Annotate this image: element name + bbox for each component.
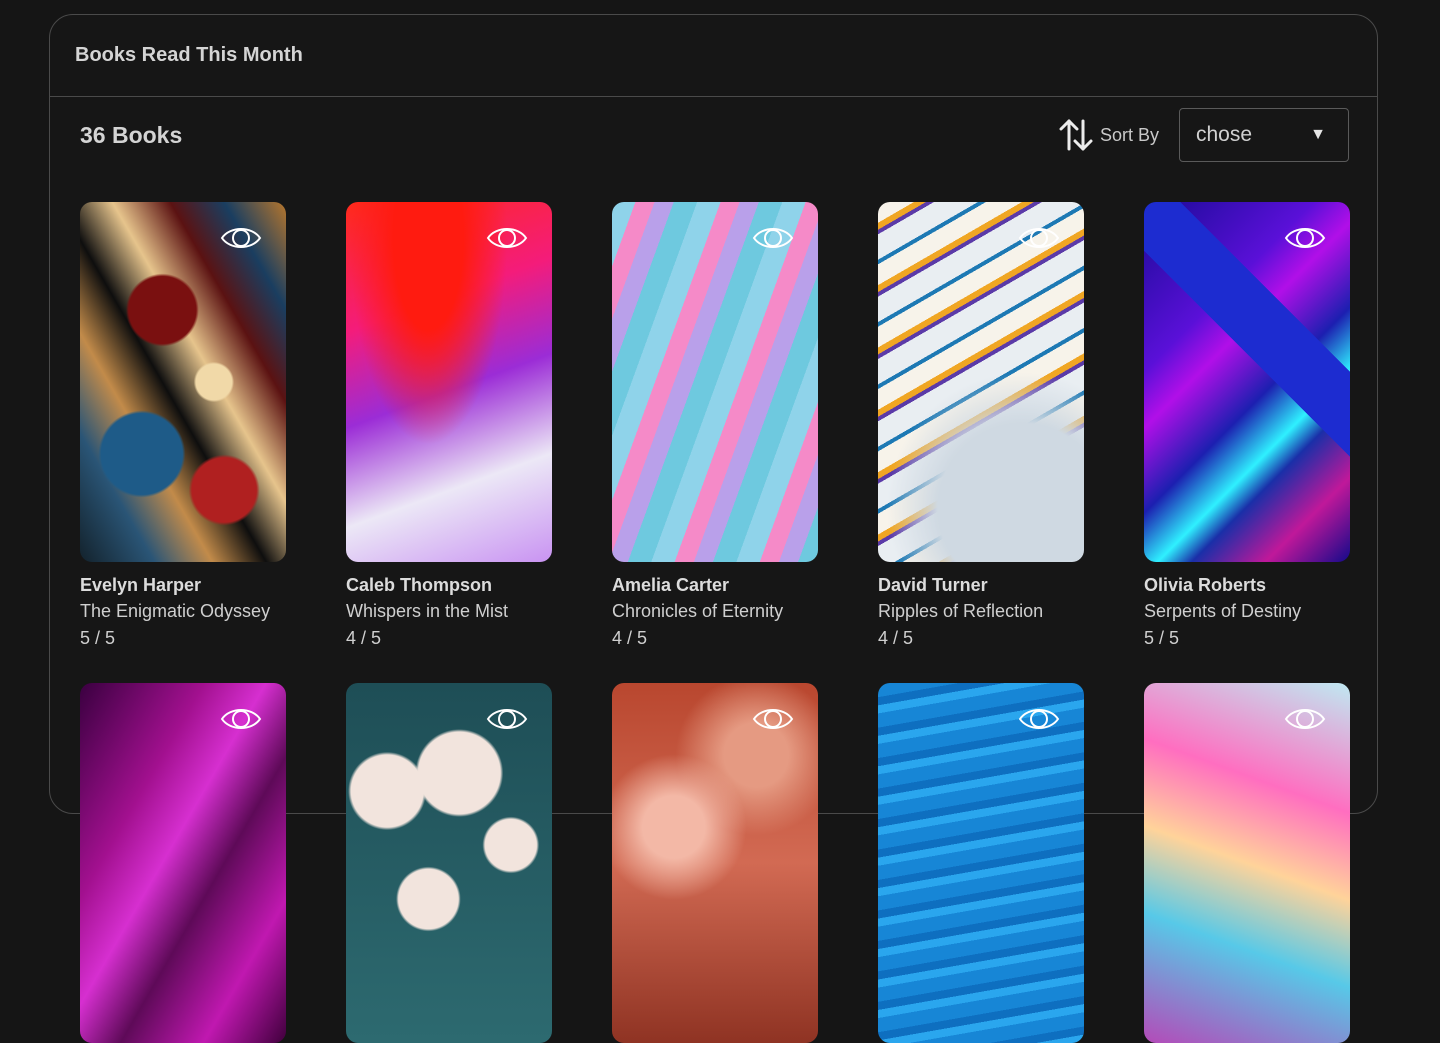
book-rating: 4 / 5: [878, 628, 914, 648]
book-cover[interactable]: [612, 683, 818, 1043]
book-cover[interactable]: [612, 202, 818, 562]
book-rating: 4 / 5: [612, 628, 648, 648]
eye-icon[interactable]: [752, 704, 794, 734]
eye-icon[interactable]: [1018, 704, 1060, 734]
toolbar: 36 Books Sort By chose ▼: [80, 107, 1349, 163]
book-rating: 4 / 5: [346, 628, 382, 648]
book-author: Olivia Roberts: [1144, 575, 1267, 595]
dropdown-arrow-icon: ▼: [1310, 126, 1326, 143]
book-card[interactable]: [80, 683, 286, 1043]
book-title: Serpents of Destiny: [1144, 601, 1302, 621]
book-rating: 5 / 5: [1144, 628, 1180, 648]
eye-icon[interactable]: [752, 223, 794, 253]
book-cover[interactable]: [346, 683, 552, 1043]
page-title: Books Read This Month: [75, 44, 303, 66]
book-cover[interactable]: [1144, 202, 1350, 562]
book-cover[interactable]: [878, 202, 1084, 562]
eye-icon[interactable]: [220, 223, 262, 253]
book-cover[interactable]: [80, 202, 286, 562]
sort-label: Sort By: [1099, 124, 1159, 145]
book-author: David Turner: [878, 575, 988, 595]
book-cover[interactable]: [346, 202, 552, 562]
books-grid: Evelyn Harper The Enigmatic Odyssey 5 / …: [80, 202, 1350, 1043]
book-cover[interactable]: [80, 683, 286, 1043]
sort-select[interactable]: chose ▼: [1179, 108, 1349, 162]
book-card[interactable]: [612, 683, 818, 1043]
book-title: Chronicles of Eternity: [612, 601, 784, 621]
book-title: Ripples of Reflection: [878, 601, 1044, 621]
books-count: 36 Books: [80, 121, 183, 148]
book-card[interactable]: David Turner Ripples of Reflection 4 / 5: [878, 202, 1084, 649]
sort-controls: Sort By chose ▼: [1058, 108, 1349, 162]
panel-header: Books Read This Month: [50, 15, 1377, 97]
book-title: The Enigmatic Odyssey: [80, 601, 271, 621]
book-card[interactable]: [346, 683, 552, 1043]
eye-icon[interactable]: [486, 223, 528, 253]
sort-arrows-icon: [1059, 119, 1093, 151]
eye-icon[interactable]: [1284, 223, 1326, 253]
book-title: Whispers in the Mist: [346, 601, 509, 621]
sort-select-value: chose: [1196, 123, 1253, 146]
eye-icon[interactable]: [1018, 223, 1060, 253]
book-cover[interactable]: [878, 683, 1084, 1043]
book-card[interactable]: [1144, 683, 1350, 1043]
book-cover[interactable]: [1144, 683, 1350, 1043]
sort-button[interactable]: Sort By: [1058, 117, 1159, 153]
book-card[interactable]: [878, 683, 1084, 1043]
book-card[interactable]: Olivia Roberts Serpents of Destiny 5 / 5: [1144, 202, 1350, 649]
book-rating: 5 / 5: [80, 628, 116, 648]
book-author: Caleb Thompson: [346, 575, 493, 595]
book-author: Amelia Carter: [612, 575, 730, 595]
book-card[interactable]: Caleb Thompson Whispers in the Mist 4 / …: [346, 202, 552, 649]
eye-icon[interactable]: [486, 704, 528, 734]
eye-icon[interactable]: [1284, 704, 1326, 734]
eye-icon[interactable]: [220, 704, 262, 734]
book-card[interactable]: Amelia Carter Chronicles of Eternity 4 /…: [612, 202, 818, 649]
book-author: Evelyn Harper: [80, 575, 202, 595]
book-card[interactable]: Evelyn Harper The Enigmatic Odyssey 5 / …: [80, 202, 286, 649]
